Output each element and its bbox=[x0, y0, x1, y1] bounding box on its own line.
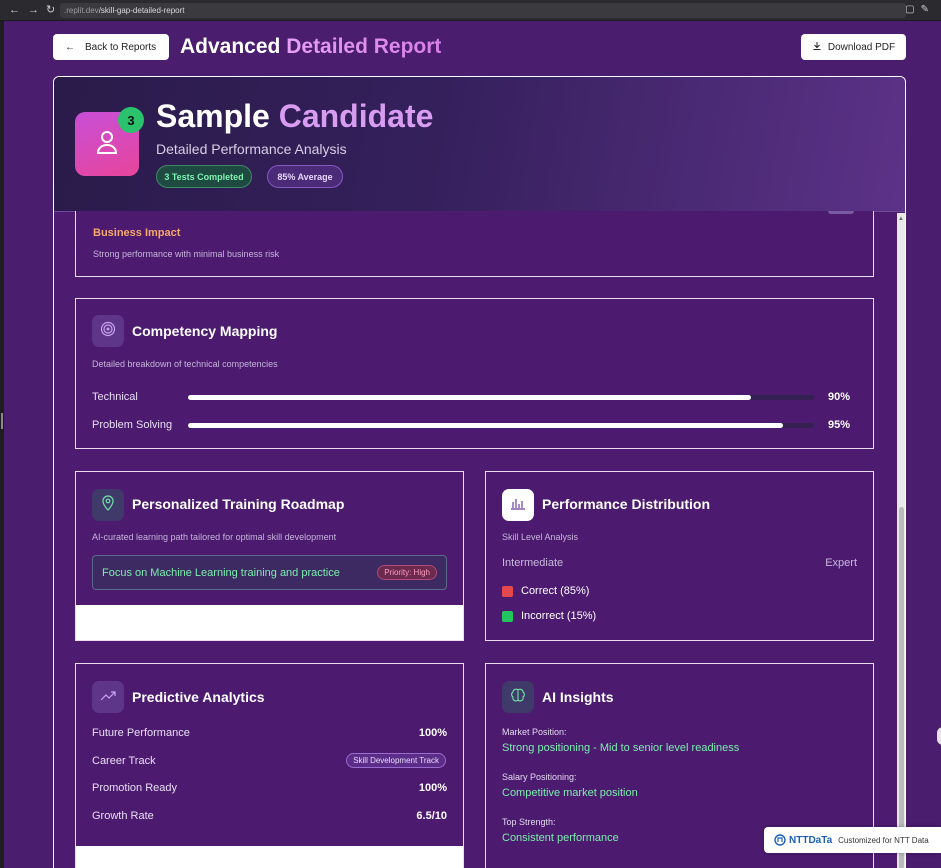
report-frame: 3 Sample Candidate Detailed Performance … bbox=[53, 76, 906, 868]
legend-correct-swatch bbox=[502, 586, 513, 597]
competency-label-technical: Technical bbox=[92, 391, 138, 403]
legend-incorrect-label: Incorrect (15%) bbox=[521, 610, 597, 622]
performance-distribution-card: Performance Distribution Skill Level Ana… bbox=[485, 471, 874, 641]
candidate-header: 3 Sample Candidate Detailed Performance … bbox=[54, 77, 905, 212]
insights-icon-box bbox=[502, 681, 534, 713]
candidate-name-plain: Sample bbox=[156, 98, 270, 134]
page-title-highlight: Detailed Report bbox=[286, 35, 442, 58]
market-position-label: Market Position: bbox=[502, 727, 567, 737]
future-performance-value: 100% bbox=[418, 727, 447, 739]
future-performance-label: Future Performance bbox=[92, 727, 190, 739]
download-pdf-button[interactable]: Download PDF bbox=[801, 34, 906, 60]
target-icon bbox=[100, 321, 116, 342]
ntt-customized-text: Customized for NTT Data bbox=[838, 835, 929, 845]
competency-bar-technical bbox=[188, 395, 814, 400]
bar-chart-icon bbox=[510, 496, 526, 515]
trending-up-icon bbox=[100, 688, 116, 706]
tests-completed-badge: 3 Tests Completed bbox=[156, 165, 252, 188]
training-icon-box bbox=[92, 489, 124, 521]
growth-rate-label: Growth Rate bbox=[92, 810, 154, 822]
competency-description: Detailed breakdown of technical competen… bbox=[92, 359, 278, 369]
promotion-ready-label: Promotion Ready bbox=[92, 782, 177, 794]
scrollbar[interactable]: ▲ bbox=[897, 213, 905, 868]
top-strength-value: Consistent performance bbox=[502, 832, 619, 844]
back-arrow-icon[interactable]: ← bbox=[9, 4, 20, 17]
predictive-icon-box bbox=[92, 681, 124, 713]
candidate-name: Sample Candidate bbox=[156, 98, 433, 135]
level-expert-label: Expert bbox=[825, 557, 857, 569]
insights-title: AI Insights bbox=[542, 689, 614, 705]
download-icon bbox=[812, 41, 822, 54]
resize-handle[interactable] bbox=[1, 413, 3, 429]
arrow-left-icon: ← bbox=[65, 41, 75, 53]
competency-fill-problem-solving bbox=[188, 423, 783, 428]
priority-badge: Priority: High bbox=[377, 565, 437, 580]
browser-toolbar: ← → ↻ .replit.dev/skill-gap-detailed-rep… bbox=[0, 0, 941, 21]
card-edge-marker bbox=[828, 211, 854, 214]
distribution-title: Performance Distribution bbox=[542, 496, 711, 512]
competency-bar-problem-solving bbox=[188, 423, 814, 428]
career-track-badge: Skill Development Track bbox=[346, 753, 446, 768]
competency-label-problem-solving: Problem Solving bbox=[92, 419, 173, 431]
floating-widget-handle[interactable] bbox=[937, 727, 941, 745]
legend-correct-label: Correct (85%) bbox=[521, 585, 590, 597]
candidate-name-highlight: Candidate bbox=[278, 98, 434, 134]
training-focus-item[interactable]: Focus on Machine Learning training and p… bbox=[92, 555, 447, 590]
career-track-label: Career Track bbox=[92, 755, 156, 767]
back-button-label: Back to Reports bbox=[85, 41, 157, 53]
scrollbar-thumb[interactable] bbox=[899, 507, 904, 868]
market-position-value: Strong positioning - Mid to senior level… bbox=[502, 742, 740, 754]
competency-value-technical: 90% bbox=[827, 391, 850, 403]
business-impact-title: Business Impact bbox=[93, 227, 181, 239]
address-bar[interactable]: .replit.dev/skill-gap-detailed-report bbox=[60, 3, 906, 18]
reload-icon[interactable]: ↻ bbox=[46, 4, 55, 17]
tests-count-badge: 3 bbox=[118, 107, 144, 133]
user-icon bbox=[95, 129, 119, 160]
forward-arrow-icon[interactable]: → bbox=[28, 4, 39, 17]
average-badge: 85% Average bbox=[267, 165, 343, 188]
url-path: /skill-gap-detailed-report bbox=[98, 6, 185, 15]
candidate-subtitle: Detailed Performance Analysis bbox=[156, 141, 347, 157]
legend-incorrect-swatch bbox=[502, 611, 513, 622]
growth-rate-value: 6.5/10 bbox=[416, 810, 447, 822]
top-strength-label: Top Strength: bbox=[502, 817, 556, 827]
training-roadmap-card: Personalized Training Roadmap AI-curated… bbox=[75, 471, 464, 641]
business-impact-card: Business Impact Strong performance with … bbox=[75, 211, 874, 277]
level-intermediate-label: Intermediate bbox=[502, 557, 564, 569]
predictive-analytics-card: Predictive Analytics Future Performance … bbox=[75, 663, 464, 868]
training-title: Personalized Training Roadmap bbox=[132, 496, 345, 512]
distribution-icon-box bbox=[502, 489, 534, 521]
back-to-reports-button[interactable]: ← Back to Reports bbox=[53, 34, 169, 60]
competency-value-problem-solving: 95% bbox=[827, 419, 850, 431]
map-pin-icon bbox=[101, 494, 115, 516]
competency-fill-technical bbox=[188, 395, 752, 400]
card-footer bbox=[76, 605, 463, 640]
ntt-logo: NTTDaTa bbox=[774, 834, 832, 846]
competency-icon-box bbox=[92, 315, 124, 347]
distribution-subtitle: Skill Level Analysis bbox=[502, 532, 579, 542]
predictive-title: Predictive Analytics bbox=[132, 689, 265, 705]
page-title-plain: Advanced bbox=[180, 35, 281, 58]
left-edge bbox=[0, 21, 4, 868]
salary-positioning-value: Competitive market position bbox=[502, 787, 638, 799]
ntt-branding-badge: NTTDaTa Customized for NTT Data bbox=[764, 827, 941, 853]
card-footer bbox=[76, 846, 463, 868]
scroll-up-icon[interactable]: ▲ bbox=[898, 216, 904, 222]
competency-mapping-card: Competency Mapping Detailed breakdown of… bbox=[75, 298, 874, 449]
competency-title: Competency Mapping bbox=[132, 323, 278, 339]
url-prefix: .replit.dev bbox=[64, 6, 99, 15]
salary-positioning-label: Salary Positioning: bbox=[502, 772, 577, 782]
brain-icon bbox=[510, 687, 526, 708]
business-impact-description: Strong performance with minimal business… bbox=[93, 249, 280, 259]
page-title: Advanced Detailed Report bbox=[180, 35, 441, 59]
ntt-logo-text: NTTDaTa bbox=[789, 834, 833, 846]
training-focus-text: Focus on Machine Learning training and p… bbox=[102, 567, 340, 579]
extensions-icon[interactable]: ▢✎ bbox=[905, 4, 935, 15]
training-description: AI-curated learning path tailored for op… bbox=[92, 532, 337, 542]
promotion-ready-value: 100% bbox=[418, 782, 447, 794]
download-button-label: Download PDF bbox=[827, 41, 896, 53]
